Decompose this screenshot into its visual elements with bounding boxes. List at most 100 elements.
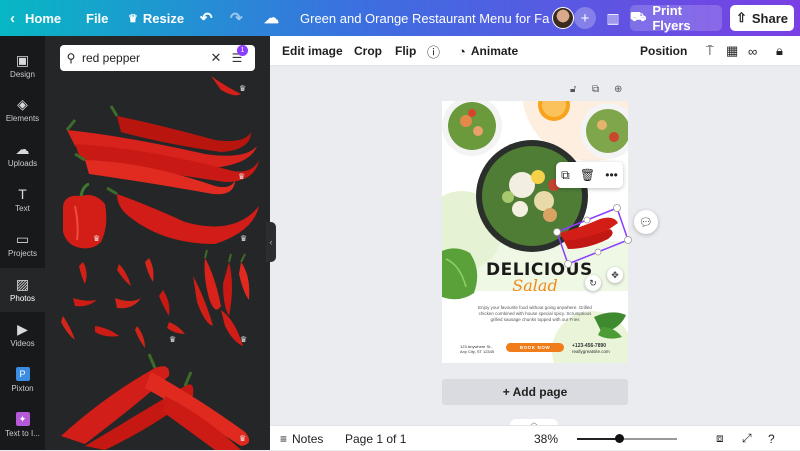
rail-item-photos[interactable]: ▨ Photos [0, 268, 45, 312]
trash-icon[interactable]: 🗑︎ [580, 168, 595, 182]
text-icon: T [18, 186, 27, 202]
crown-icon: ♛ [128, 12, 138, 25]
home-button[interactable]: ‹ Home [10, 0, 61, 36]
cloud-icon: ☁ [264, 10, 279, 27]
rail-label: Photos [10, 294, 35, 303]
add-page-icon[interactable]: ⊕ [614, 84, 622, 95]
collapse-panel-handle[interactable]: ‹ [266, 222, 276, 262]
flip-button[interactable]: Flip [395, 36, 416, 66]
premium-crown-icon: ♛ [240, 234, 248, 243]
flyer-book-button[interactable]: BOOK NOW [506, 343, 564, 352]
file-label: File [86, 10, 109, 26]
chevron-left-icon: ‹ [10, 9, 15, 27]
photo-result-chilli-pile[interactable] [61, 353, 250, 450]
transparency-button[interactable]: ▦ [726, 36, 738, 66]
flyer-script-title[interactable]: Salad [500, 276, 570, 295]
flyer-artwork [442, 101, 628, 363]
document-title-text: Green and Orange Restaurant Menu for Fa … [300, 10, 564, 26]
share-button[interactable]: ⇧ Share [730, 5, 794, 31]
duplicate-page-icon[interactable]: ⧉ [592, 84, 599, 95]
crop-label: Crop [354, 44, 382, 58]
videos-icon: ▶ [17, 321, 28, 337]
more-options-icon[interactable]: ••• [605, 168, 618, 182]
add-comment-button[interactable]: 💬︎ [634, 210, 658, 234]
avatar[interactable] [552, 7, 574, 29]
zoom-level-text: 38% [534, 431, 559, 446]
photos-icon: ▨ [15, 276, 30, 292]
rail-label: Text [15, 204, 30, 213]
rail-item-text-to-image[interactable]: ✦ Text to I... [0, 403, 45, 447]
info-button[interactable]: ⓘ [427, 36, 440, 66]
file-menu-button[interactable]: File [86, 0, 108, 36]
page-indicator[interactable]: Page 1 of 1 [345, 426, 406, 451]
upload-icon: ⇧ [735, 10, 747, 25]
add-collaborator-button[interactable]: + [574, 7, 596, 29]
pages-icon: ⧈ [716, 431, 724, 445]
flip-label: Flip [395, 44, 417, 58]
zoom-level[interactable]: 38% [534, 426, 558, 451]
checkerboard-icon: ▦ [726, 43, 739, 58]
premium-crown-icon: ♛ [239, 84, 247, 93]
animate-label: Animate [470, 44, 519, 58]
rail-item-text[interactable]: T Text [0, 178, 45, 222]
share-label: Share [751, 10, 789, 26]
premium-crown-icon: ♛ [240, 335, 248, 344]
position-button[interactable]: Position [640, 36, 687, 66]
rail-item-uploads[interactable]: ☁ Uploads [0, 133, 45, 177]
rail-label: Projects [8, 249, 37, 258]
position-label: Position [640, 44, 688, 58]
crop-button[interactable]: Crop [354, 36, 382, 66]
rail-item-design[interactable]: ▣ Design [0, 44, 45, 88]
fullscreen-button[interactable]: ⤢ [742, 426, 752, 451]
animate-button[interactable]: ◔ Animate [458, 36, 518, 66]
chevron-left-icon: ‹ [269, 237, 273, 247]
photo-result-chilli-bunch[interactable] [65, 105, 259, 195]
print-label: Print Flyers [652, 3, 691, 33]
flyer-design[interactable]: DELICIOUS Salad Enjoy your favourite foo… [442, 101, 628, 363]
premium-crown-icon: ♛ [239, 434, 247, 443]
zoom-slider-thumb[interactable] [615, 434, 625, 443]
resize-button[interactable]: ♛ Resize [128, 0, 184, 36]
flyer-address[interactable]: 123 Anywhere St., Any City, ST 12345 [460, 344, 500, 354]
add-page-button[interactable]: + Add page [442, 379, 628, 405]
edit-image-button[interactable]: Edit image [282, 36, 343, 66]
element-floating-toolbar: ⧉ 🗑︎ ••• [556, 162, 623, 188]
flyer-description[interactable]: Enjoy your favourite food without going … [476, 305, 594, 323]
premium-crown-icon: ♛ [93, 234, 101, 243]
help-button[interactable]: ? [768, 426, 775, 451]
cloud-sync-button[interactable]: ☁ [264, 0, 279, 36]
elements-icon: ◈ [17, 96, 28, 112]
paint-format-button[interactable]: ⍑ [706, 36, 714, 66]
rail-label: Videos [10, 339, 35, 348]
lock-button[interactable]: 🔒︎ [776, 36, 783, 66]
rail-item-videos[interactable]: ▶ Videos [0, 313, 45, 357]
rail-item-pixton[interactable]: P Pixton [0, 358, 45, 402]
edit-image-label: Edit image [282, 44, 343, 58]
notes-button[interactable]: ≡ Notes [280, 426, 323, 451]
photo-result-long-chilli[interactable] [106, 186, 259, 244]
photo-result-upright-chillies[interactable] [193, 249, 250, 346]
page-view-button[interactable]: ⧈ [716, 426, 724, 451]
move-handle[interactable]: ✥ [607, 267, 623, 283]
print-flyers-button[interactable]: ⛟ Print Flyers [630, 3, 722, 33]
info-icon: ⓘ [427, 44, 441, 60]
uploads-icon: ☁ [15, 141, 30, 157]
rail-item-projects[interactable]: ▭ Projects [0, 223, 45, 267]
zoom-slider-track[interactable] [577, 438, 677, 440]
bar-chart-icon: ▥ [606, 9, 620, 26]
rotate-handle[interactable]: ↻ [585, 275, 601, 291]
redo-button[interactable]: ↷ [230, 0, 243, 36]
undo-button[interactable]: ↶ [200, 0, 213, 36]
insights-button[interactable]: ▥ [602, 7, 624, 29]
page-lock-icon[interactable]: 🔓︎ [570, 84, 576, 95]
duplicate-icon[interactable]: ⧉ [561, 168, 570, 183]
photo-result-partial-pepper[interactable] [211, 76, 241, 96]
rail-item-elements[interactable]: ◈ Elements [0, 88, 45, 132]
link-button[interactable]: ∞ [748, 36, 757, 66]
edit-toolbar: Edit image Crop Flip ⓘ ◔ Animate Positio… [270, 36, 800, 66]
document-title[interactable]: Green and Orange Restaurant Menu for Fa … [300, 0, 564, 36]
top-bar: ‹ Home File ♛ Resize ↶ ↷ ☁ Green and Ora… [0, 0, 800, 36]
photo-result-scattered-chillies[interactable] [61, 258, 185, 348]
flyer-contact[interactable]: +123-456-7890 reallygreatsite.com [572, 343, 622, 355]
lock-icon: 🔒︎ [776, 43, 783, 58]
